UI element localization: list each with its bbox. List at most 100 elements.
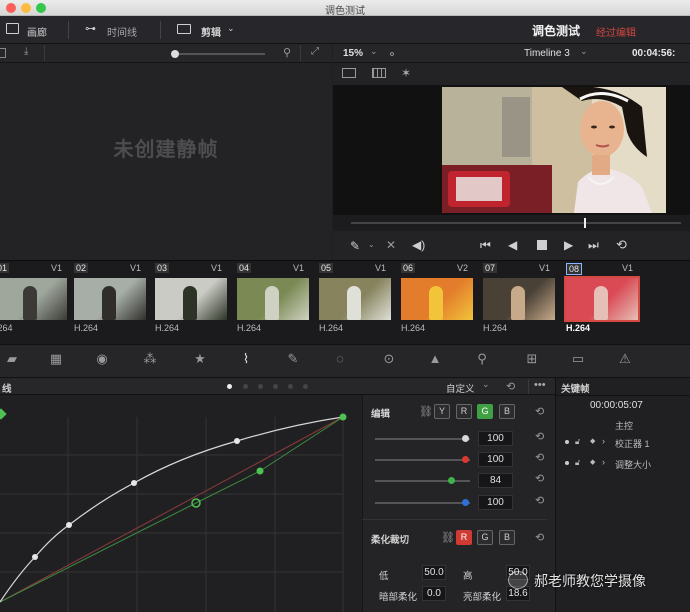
clip-thumbnail[interactable]: [74, 278, 146, 320]
intensity-slider-track[interactable]: [375, 499, 470, 506]
3d-icon[interactable]: ▭: [568, 351, 588, 371]
skip-end-icon[interactable]: ⏭: [588, 238, 599, 253]
link-icon[interactable]: ⛓: [419, 405, 433, 418]
tracker-icon[interactable]: ⊙: [379, 351, 399, 371]
intensity-value[interactable]: 100: [478, 431, 513, 446]
play-reverse-icon[interactable]: ◀: [508, 238, 517, 252]
clip-thumbnail[interactable]: [401, 278, 473, 320]
intensity-slider-track[interactable]: [375, 435, 470, 442]
reset-icon[interactable]: ⟲: [535, 451, 544, 464]
clip-thumbnail[interactable]: [483, 278, 555, 320]
page-dot-active[interactable]: [227, 384, 232, 389]
clip-03[interactable]: 03 V1 H.264: [155, 263, 235, 341]
curve-point[interactable]: [66, 522, 72, 528]
intensity-slider-knob[interactable]: [447, 477, 455, 484]
sizing-icon[interactable]: ⊞: [522, 351, 542, 371]
clips-tab[interactable]: 剪辑: [201, 24, 221, 39]
zoom-slider-knob[interactable]: [171, 50, 179, 58]
camera-raw-icon[interactable]: ▰: [2, 351, 22, 371]
clip-06[interactable]: 06 V2 H.264: [401, 263, 481, 341]
search-icon[interactable]: ⚲: [283, 46, 291, 59]
curves-icon[interactable]: ⌇: [236, 351, 256, 371]
clip-01[interactable]: 01 V1 .264: [0, 263, 75, 341]
chevron-right-icon[interactable]: ›: [602, 436, 605, 446]
clip-04[interactable]: 04 V1 H.264: [237, 263, 317, 341]
reset-icon[interactable]: ⟲: [535, 405, 544, 418]
chevron-right-icon[interactable]: ›: [602, 457, 605, 467]
reset-icon[interactable]: ⟲: [535, 430, 544, 443]
clip-07[interactable]: 07 V1 H.264: [483, 263, 563, 341]
scrubber-track[interactable]: [351, 222, 681, 224]
gallery-tab[interactable]: 画廊: [27, 24, 47, 39]
channel-r-button[interactable]: R: [456, 404, 472, 419]
curve-endpoint[interactable]: [339, 413, 347, 421]
reset-icon[interactable]: ⟲: [506, 380, 515, 393]
page-dot[interactable]: [273, 384, 278, 389]
motion-effects-icon[interactable]: ★: [190, 351, 210, 371]
download-icon[interactable]: ⤓: [24, 46, 28, 57]
eyedropper-icon[interactable]: ✎: [350, 239, 360, 253]
soft-clip-r-button[interactable]: R: [456, 530, 472, 545]
link-icon[interactable]: ⛓: [441, 531, 455, 544]
clip-thumbnail[interactable]: [155, 278, 227, 320]
chevron-down-icon[interactable]: ⌄: [482, 379, 490, 390]
curve-startpoint[interactable]: [0, 408, 7, 420]
speaker-icon[interactable]: ◀): [412, 238, 425, 252]
intensity-slider-track[interactable]: [375, 477, 470, 484]
chevron-down-icon[interactable]: ⌄: [368, 240, 375, 249]
play-icon[interactable]: ▶: [564, 238, 573, 252]
chevron-down-icon[interactable]: ⌄: [370, 46, 378, 57]
window-icon[interactable]: ◌: [330, 351, 350, 371]
soft-clip-b-button[interactable]: B: [499, 530, 515, 545]
page-dot[interactable]: [258, 384, 263, 389]
clip-02[interactable]: 02 V1 H.264: [74, 263, 154, 341]
intensity-value[interactable]: 84: [478, 473, 513, 488]
green-curve-point[interactable]: [256, 467, 264, 475]
dark-soft-value[interactable]: 0.0: [422, 586, 446, 601]
reset-icon[interactable]: ⟲: [535, 531, 544, 544]
curve-point[interactable]: [32, 554, 38, 560]
playhead[interactable]: [584, 218, 586, 228]
curve-graph[interactable]: [0, 395, 362, 612]
reset-icon[interactable]: ⟲: [535, 472, 544, 485]
clip-thumbnail[interactable]: [564, 276, 640, 322]
keyframe-diamond-icon[interactable]: ◆: [590, 458, 595, 466]
intensity-slider-knob[interactable]: [462, 435, 469, 442]
intensity-slider-knob[interactable]: [462, 499, 469, 506]
intensity-slider-track[interactable]: [375, 456, 470, 463]
page-dot[interactable]: [243, 384, 248, 389]
channel-g-button[interactable]: G: [477, 404, 493, 419]
qualifier-icon[interactable]: ✎: [283, 351, 303, 371]
viewer-scrubber[interactable]: [333, 215, 690, 231]
lock-icon[interactable]: 🔓︎: [575, 458, 580, 468]
magic-wand-icon[interactable]: ✶: [401, 66, 411, 80]
loop-icon[interactable]: ⟲: [616, 237, 627, 253]
clip-thumbnail[interactable]: [237, 278, 309, 320]
reset-icon[interactable]: ⟲: [535, 494, 544, 507]
stop-icon[interactable]: [537, 240, 547, 250]
lock-icon[interactable]: 🔓︎: [575, 437, 580, 447]
timeline-tab[interactable]: 时间线: [107, 24, 137, 39]
low-value[interactable]: 50.0: [422, 565, 446, 580]
color-wheels-icon[interactable]: ◉: [92, 351, 112, 371]
zoom-level[interactable]: 15%: [343, 48, 363, 59]
channel-y-button[interactable]: Y: [434, 404, 450, 419]
clip-05[interactable]: 05 V1 H.264: [319, 263, 399, 341]
intensity-slider-knob[interactable]: [462, 456, 469, 463]
clip-08[interactable]: 08 V1 H.264: [564, 263, 646, 341]
skip-start-icon[interactable]: ⏮: [480, 238, 491, 253]
keyframe-diamond-icon[interactable]: ◆: [590, 437, 595, 445]
clip-thumbnail[interactable]: [0, 278, 67, 320]
cross-icon[interactable]: ✕: [386, 238, 396, 252]
page-dot[interactable]: [288, 384, 293, 389]
curve-point[interactable]: [131, 480, 137, 486]
chevron-down-icon[interactable]: ⌄: [227, 23, 235, 34]
page-dot[interactable]: [303, 384, 308, 389]
split-screen-icon[interactable]: [372, 68, 386, 78]
grid-view-icon[interactable]: [0, 48, 6, 58]
chevron-down-icon[interactable]: ⌄: [580, 46, 588, 57]
image-wipe-icon[interactable]: [342, 68, 356, 78]
curve-mode-dropdown[interactable]: 自定义: [446, 381, 475, 395]
timeline-name[interactable]: Timeline 3: [524, 48, 570, 59]
color-match-icon[interactable]: ▦: [46, 351, 66, 371]
